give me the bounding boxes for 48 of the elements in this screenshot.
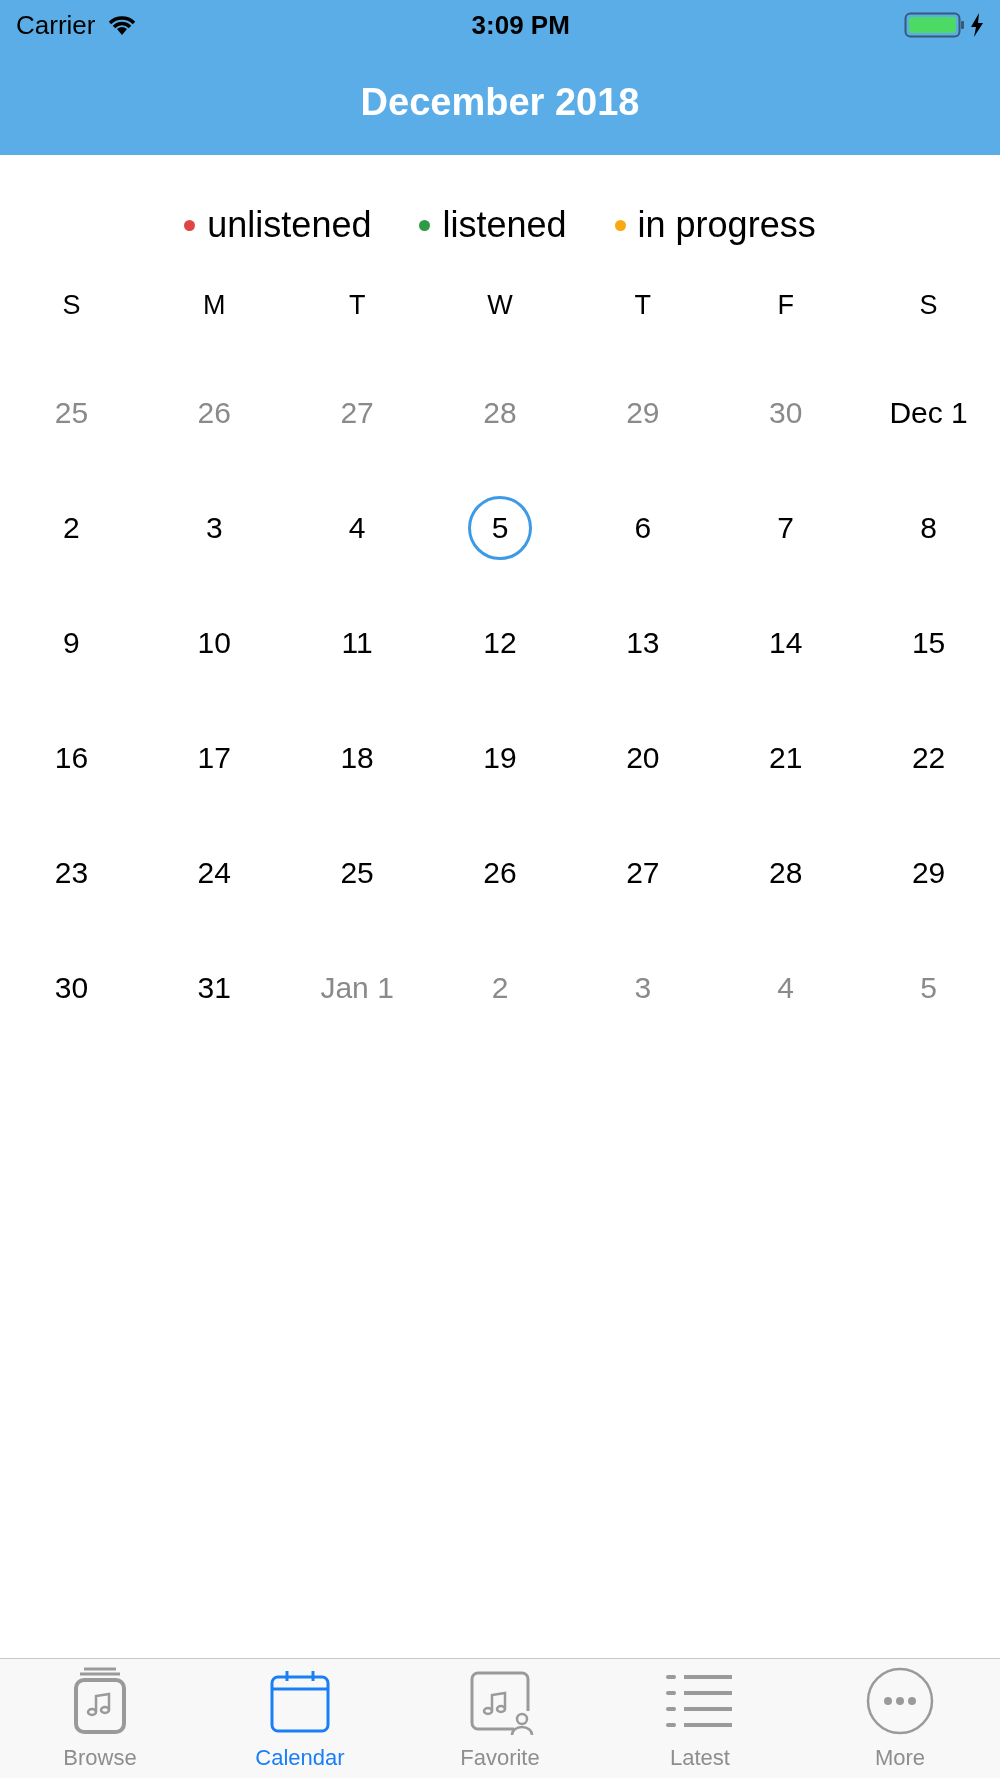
calendar-day[interactable]: 6	[610, 495, 675, 560]
month-title: December 2018	[360, 80, 640, 125]
calendar-day[interactable]: 30	[39, 955, 104, 1020]
calendar-day[interactable]: 19	[468, 725, 532, 790]
tab-item[interactable]: Calendar	[200, 1659, 400, 1778]
calendar-day[interactable]: 26	[468, 840, 532, 905]
calendar-day[interactable]: 9	[39, 610, 104, 675]
weekday-label: T	[348, 288, 366, 322]
calendar-day[interactable]: 8	[896, 495, 961, 560]
calendar-day[interactable]: 17	[182, 725, 247, 790]
calendar-day[interactable]: 16	[39, 725, 104, 790]
calendar-day[interactable]: 7	[753, 495, 818, 560]
calendar-day[interactable]: 3	[182, 495, 247, 560]
carrier-name: Carrier	[16, 8, 96, 42]
calendar-day[interactable]: 24	[182, 840, 247, 905]
more-icon	[864, 1665, 936, 1737]
calendar-day[interactable]: 10	[182, 610, 247, 675]
weekday-label: S	[919, 288, 938, 322]
weekday-label: T	[634, 288, 652, 322]
calendar-day[interactable]: 20	[610, 725, 675, 790]
calendar-day[interactable]: 22	[896, 725, 961, 790]
legend-label: in progress	[637, 203, 816, 247]
calendar-day[interactable]: 13	[610, 610, 675, 675]
calendar-day[interactable]: 21	[753, 725, 818, 790]
calendar-day[interactable]: 31	[182, 955, 247, 1020]
calendar-day[interactable]: 4	[325, 495, 390, 560]
calendar-day[interactable]: Dec 1	[882, 380, 975, 445]
battery-icon	[904, 11, 966, 39]
weekday-label: M	[203, 288, 226, 322]
calendar-day[interactable]: 5	[468, 495, 532, 560]
weekday-label: S	[62, 288, 81, 322]
calendar-day[interactable]: 14	[753, 610, 818, 675]
calendar-day[interactable]: 23	[39, 840, 104, 905]
calendar-day[interactable]: 28	[753, 840, 818, 905]
calendar-day[interactable]: 2	[39, 495, 104, 560]
wifi-icon	[107, 14, 138, 36]
calendar-day[interactable]: 12	[468, 610, 532, 675]
calendar-day[interactable]: 15	[896, 610, 961, 675]
status-time: 3:09 PM	[471, 8, 570, 42]
calendar-day[interactable]: 18	[325, 725, 390, 790]
legend-label: unlistened	[207, 203, 372, 247]
legend-label: listened	[442, 203, 567, 247]
weekday-label: F	[777, 288, 794, 322]
calendar-day[interactable]: 27	[610, 840, 675, 905]
calendar-day[interactable]: 29	[896, 840, 961, 905]
calendar-day[interactable]: 25	[325, 840, 390, 905]
weekday-label: W	[487, 288, 513, 322]
calendar-day[interactable]: 11	[325, 610, 390, 675]
